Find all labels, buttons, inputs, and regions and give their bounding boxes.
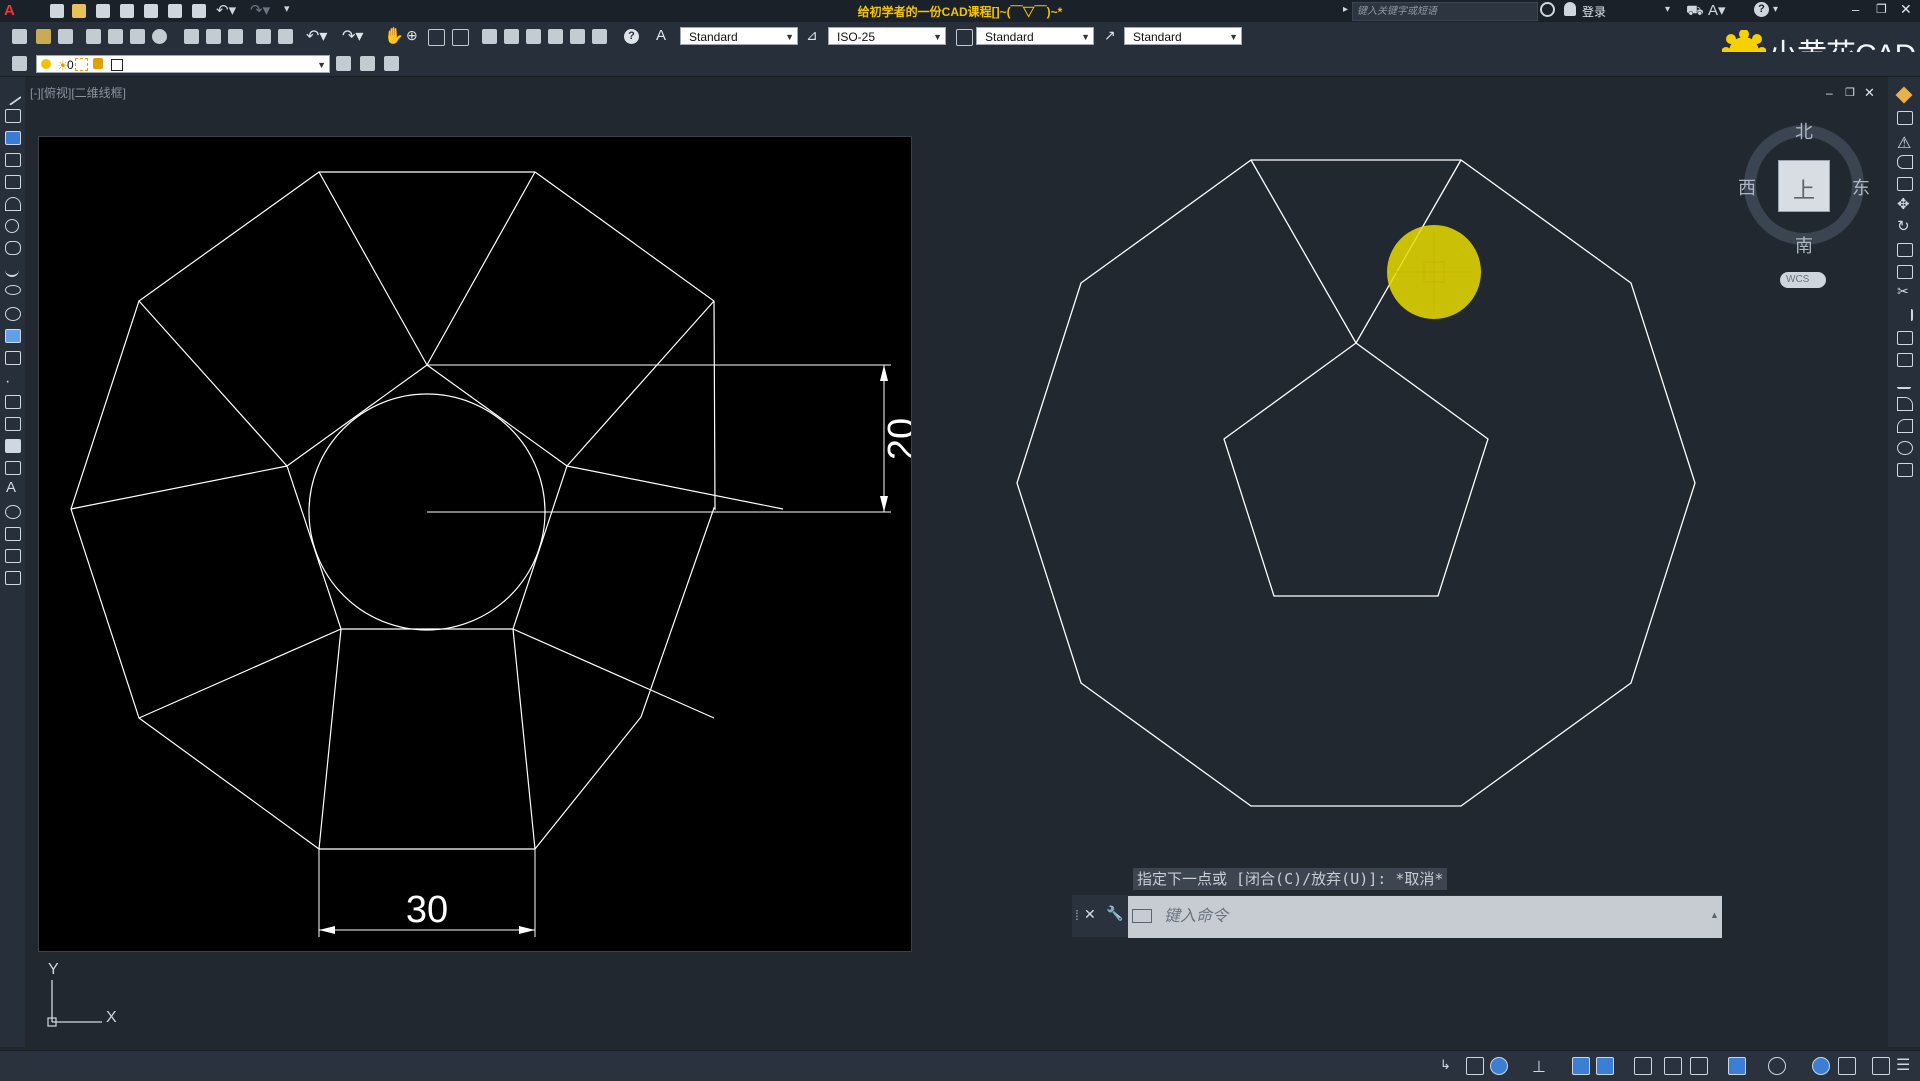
pentagon-shape [1223,342,1489,597]
annotation-scale-icon[interactable] [1728,1057,1746,1075]
snap-mode-icon[interactable] [1490,1057,1508,1075]
decagon-shape [1016,159,1696,807]
command-history-line: 指定下一点或 [闭合(C)/放弃(U)]: *取消* [1133,868,1448,890]
wcs-label: WCS [1786,274,1810,285]
ucs-icon: Y X [47,961,117,1027]
compass-west[interactable]: 西 [1738,174,1756,200]
construction-line [1250,159,1357,344]
compass-north[interactable]: 北 [1795,118,1813,144]
viewcube-top-face[interactable]: 上 [1778,160,1830,212]
wcs-menu[interactable]: WCS [1780,272,1826,288]
model-space-icon[interactable]: ↳ [1440,1057,1456,1073]
hardware-acceleration-icon[interactable] [1838,1057,1856,1075]
isometric-icon[interactable] [1596,1057,1614,1075]
object-snap-icon[interactable] [1690,1057,1708,1075]
customization-menu-icon[interactable]: ☰ [1896,1055,1910,1075]
ortho-mode-icon[interactable]: ⊥ [1532,1057,1548,1076]
polar-tracking-icon[interactable] [1572,1057,1590,1075]
customize-command-icon[interactable]: 🔧 [1106,905,1123,922]
ucs-x-label: X [106,1009,117,1026]
compass-east[interactable]: 东 [1852,174,1870,200]
status-bar: ↳ ⊥ ☰ [0,1050,1920,1081]
command-grip-icon[interactable]: ⁞ [1075,907,1079,923]
command-history-toggle-icon[interactable]: ▲ [1710,910,1719,920]
command-input[interactable]: 键入命令 [1128,896,1722,938]
clean-screen-icon[interactable] [1872,1057,1890,1075]
recent-commands-icon[interactable] [1132,909,1152,923]
workspace-gear-icon[interactable] [1768,1057,1786,1075]
viewcube-face-label: 上 [1792,178,1815,203]
compass-south[interactable]: 南 [1795,232,1813,258]
selection-cycling-icon[interactable] [1664,1057,1682,1075]
ucs-y-label: Y [48,961,59,978]
grid-icon[interactable] [1466,1057,1484,1075]
close-command-line-icon[interactable]: ✕ [1084,906,1096,923]
lineweight-icon[interactable] [1634,1057,1652,1075]
isolate-objects-icon[interactable] [1812,1057,1830,1075]
